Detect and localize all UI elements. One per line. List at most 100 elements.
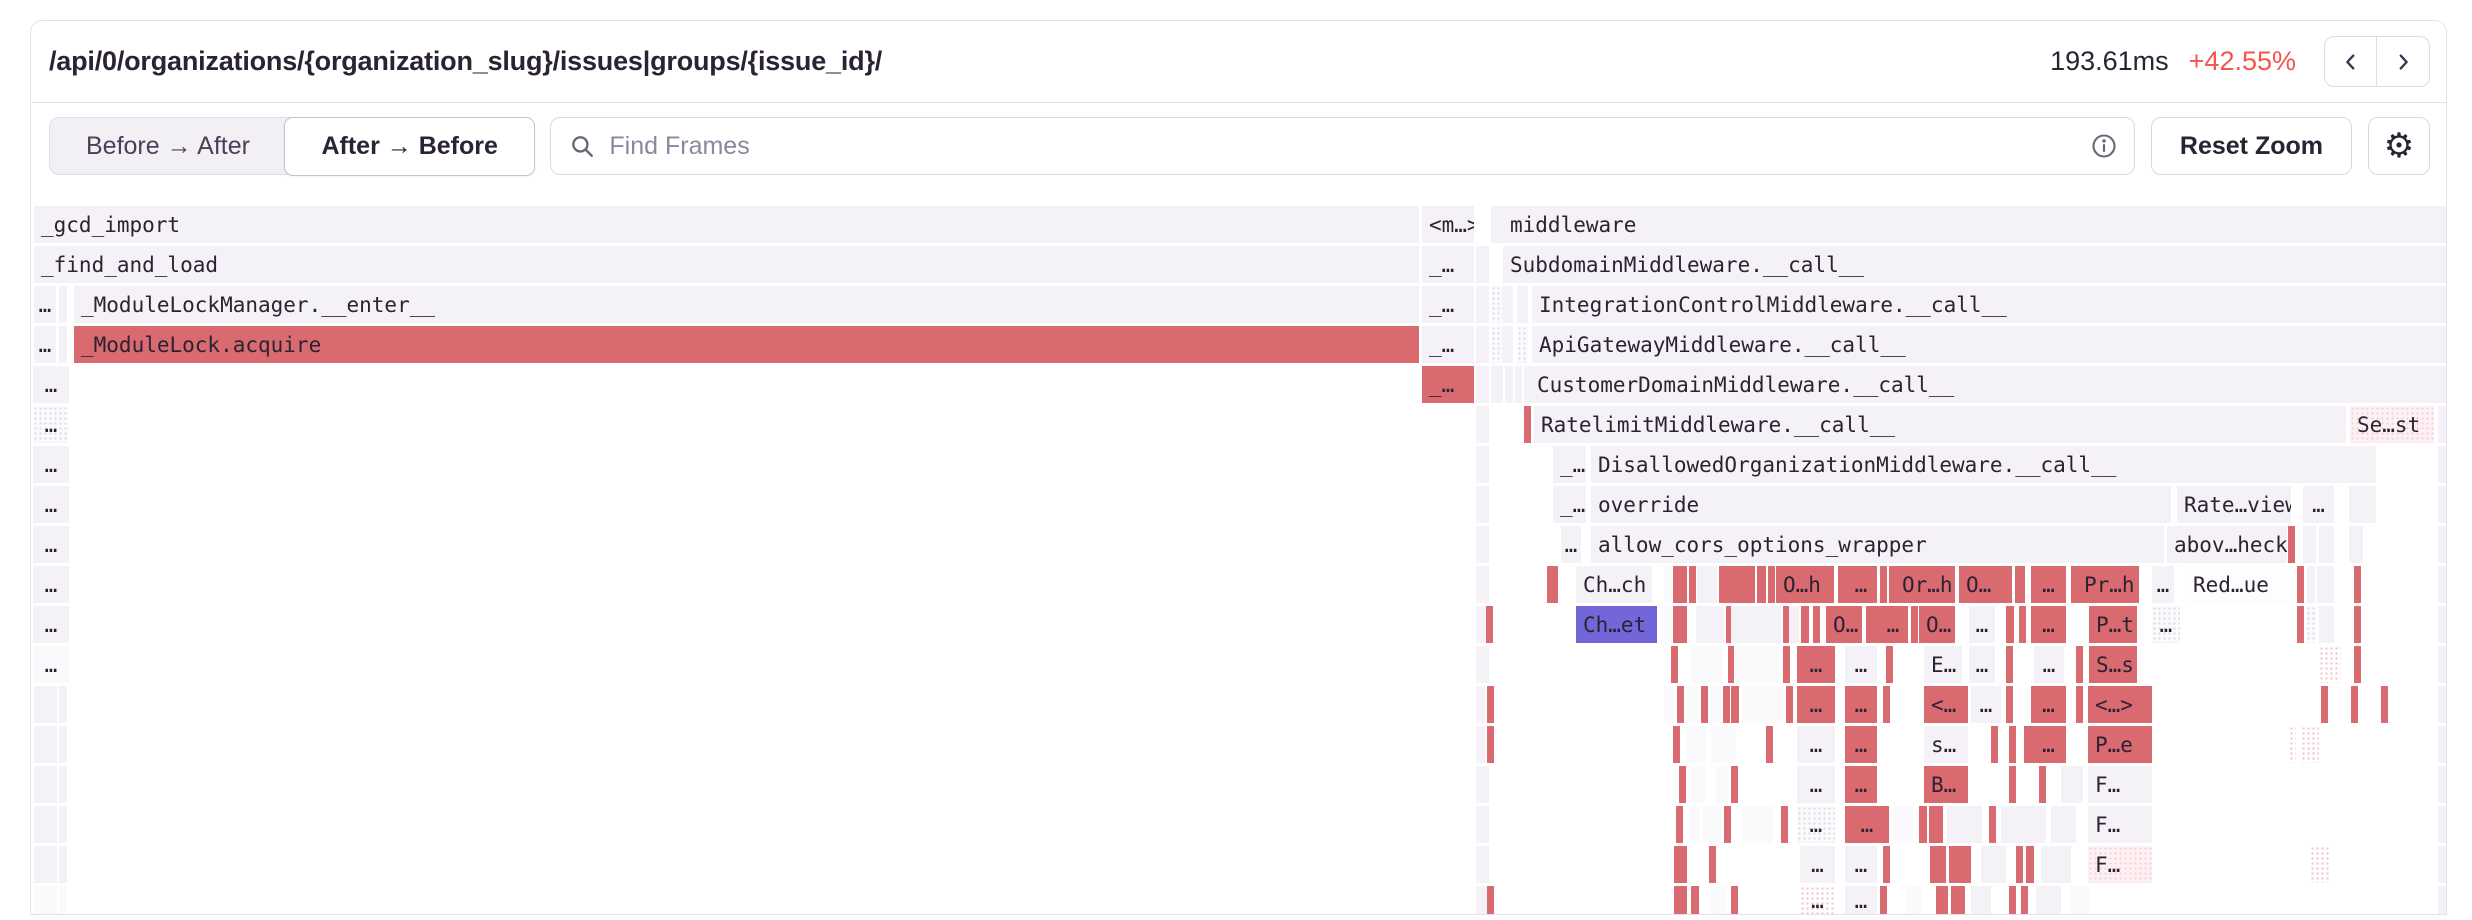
- frame-cell[interactable]: [1711, 726, 1736, 763]
- frame-cell[interactable]: [2303, 526, 2316, 563]
- frame-cell[interactable]: …: [2031, 606, 2066, 643]
- frame-cell[interactable]: [34, 726, 57, 763]
- frame-cell[interactable]: [1515, 366, 1522, 403]
- frame-cell[interactable]: [1991, 726, 1998, 763]
- frame-cell[interactable]: _…: [1422, 246, 1474, 283]
- frame-cell[interactable]: …: [1800, 886, 1835, 914]
- frame-cell[interactable]: [1476, 686, 1485, 723]
- frame-cell[interactable]: …: [1797, 646, 1835, 683]
- frame-cell[interactable]: B…: [1924, 766, 1968, 803]
- frame-cell[interactable]: …: [2031, 726, 2066, 763]
- frame-cell[interactable]: [34, 846, 57, 883]
- frame-cell[interactable]: [1893, 806, 1913, 843]
- frame-cell[interactable]: [2297, 606, 2304, 643]
- frame-cell[interactable]: [1547, 566, 1558, 603]
- frame-cell[interactable]: …: [1845, 806, 1889, 843]
- frame-cell[interactable]: [1677, 686, 1684, 723]
- frame-cell[interactable]: [1674, 886, 1687, 914]
- frame-cell[interactable]: [1664, 686, 1674, 723]
- toggle-before-after[interactable]: Before → After: [50, 118, 286, 174]
- frame-cell[interactable]: …: [2031, 686, 2066, 723]
- frame-cell[interactable]: …: [1845, 566, 1877, 603]
- frame-cell[interactable]: [1801, 606, 1809, 643]
- frame-cell[interactable]: Rate…view: [2177, 486, 2291, 523]
- frame-cell[interactable]: [2310, 846, 2329, 883]
- frame-cell[interactable]: [1671, 646, 1678, 683]
- frame-cell[interactable]: [2351, 686, 2358, 723]
- frame-cell[interactable]: [1491, 286, 1503, 323]
- frame-cell[interactable]: [1689, 806, 1699, 843]
- frame-cell[interactable]: [2438, 406, 2446, 443]
- frame-cell[interactable]: [34, 686, 57, 723]
- frame-cell[interactable]: <m…>: [1422, 206, 1474, 243]
- frame-cell[interactable]: <…>: [2088, 686, 2152, 723]
- frame-cell[interactable]: [1691, 886, 1699, 914]
- frame-cell[interactable]: [59, 286, 67, 323]
- frame-cell[interactable]: [2438, 606, 2446, 643]
- frame-cell[interactable]: [2319, 526, 2334, 563]
- frame-cell[interactable]: [1947, 806, 1982, 843]
- frame-cell[interactable]: [2288, 526, 2295, 563]
- frame-cell[interactable]: F…: [2088, 806, 2152, 843]
- frame-cell[interactable]: [2021, 886, 2028, 914]
- frame-cell[interactable]: [1697, 566, 1717, 603]
- frame-cell[interactable]: [2061, 766, 2083, 803]
- frame-cell[interactable]: [2354, 606, 2361, 643]
- frame-cell[interactable]: [1691, 766, 1706, 803]
- frame-cell[interactable]: [1701, 686, 1708, 723]
- frame-cell[interactable]: …: [1845, 886, 1877, 914]
- frame-cell[interactable]: [2009, 886, 2016, 914]
- frame-cell[interactable]: [1664, 566, 1672, 603]
- frame-cell[interactable]: [1686, 686, 1698, 723]
- frame-cell[interactable]: …: [33, 566, 69, 603]
- frame-cell[interactable]: Pr…h: [2077, 566, 2139, 603]
- frame-cell[interactable]: [1729, 566, 1755, 603]
- frame-cell[interactable]: _ModuleLock.acquire: [74, 326, 1419, 363]
- find-frames-field[interactable]: [550, 117, 2135, 175]
- frame-cell[interactable]: [2297, 566, 2304, 603]
- frame-cell[interactable]: [2026, 846, 2034, 883]
- frame-cell[interactable]: Se…st: [2350, 406, 2434, 443]
- frame-cell[interactable]: [1476, 726, 1485, 763]
- frame-cell[interactable]: [1476, 566, 1489, 603]
- frame-cell[interactable]: [1696, 606, 1724, 643]
- frame-cell[interactable]: [1476, 326, 1489, 363]
- frame-cell[interactable]: [1731, 686, 1739, 723]
- frame-cell[interactable]: [1936, 886, 1948, 914]
- frame-cell[interactable]: …: [33, 366, 69, 403]
- frame-cell[interactable]: …: [33, 606, 69, 643]
- frame-cell[interactable]: [34, 886, 57, 914]
- frame-cell[interactable]: [2321, 686, 2328, 723]
- frame-cell[interactable]: …: [2034, 646, 2064, 683]
- frame-cell[interactable]: [1476, 246, 1489, 283]
- frame-cell[interactable]: [1524, 406, 1531, 443]
- frame-cell[interactable]: [1971, 886, 1991, 914]
- frame-cell[interactable]: …: [1797, 806, 1835, 843]
- frame-cell[interactable]: …: [2152, 606, 2180, 643]
- frame-cell[interactable]: …: [33, 646, 69, 683]
- frame-cell[interactable]: _ModuleLockManager.__enter__: [74, 286, 1419, 323]
- frame-cell[interactable]: [2076, 646, 2083, 683]
- frame-cell[interactable]: [59, 726, 67, 763]
- frame-cell[interactable]: _…: [1422, 366, 1474, 403]
- frame-cell[interactable]: [1723, 686, 1730, 723]
- frame-cell[interactable]: [1674, 846, 1687, 883]
- frame-cell[interactable]: [2319, 646, 2341, 683]
- frame-cell[interactable]: middleware: [1503, 206, 2446, 243]
- frame-cell[interactable]: [1929, 806, 1943, 843]
- frame-cell[interactable]: _…: [1553, 486, 1586, 523]
- frame-cell[interactable]: ApiGatewayMiddleware.__call__: [1532, 326, 2446, 363]
- frame-cell[interactable]: [2009, 726, 2016, 763]
- frame-cell[interactable]: [1724, 806, 1731, 843]
- frame-cell[interactable]: [1919, 806, 1927, 843]
- frame-cell[interactable]: [59, 686, 67, 723]
- frame-cell[interactable]: [1731, 886, 1738, 914]
- frame-cell[interactable]: [1786, 686, 1793, 723]
- frame-cell[interactable]: override: [1591, 486, 2171, 523]
- frame-cell[interactable]: [59, 886, 67, 914]
- frame-cell[interactable]: [2319, 606, 2334, 643]
- frame-cell[interactable]: F…: [2088, 766, 2152, 803]
- frame-cell[interactable]: [1691, 646, 1723, 683]
- frame-cell[interactable]: …: [1845, 686, 1877, 723]
- frame-cell[interactable]: [1766, 726, 1773, 763]
